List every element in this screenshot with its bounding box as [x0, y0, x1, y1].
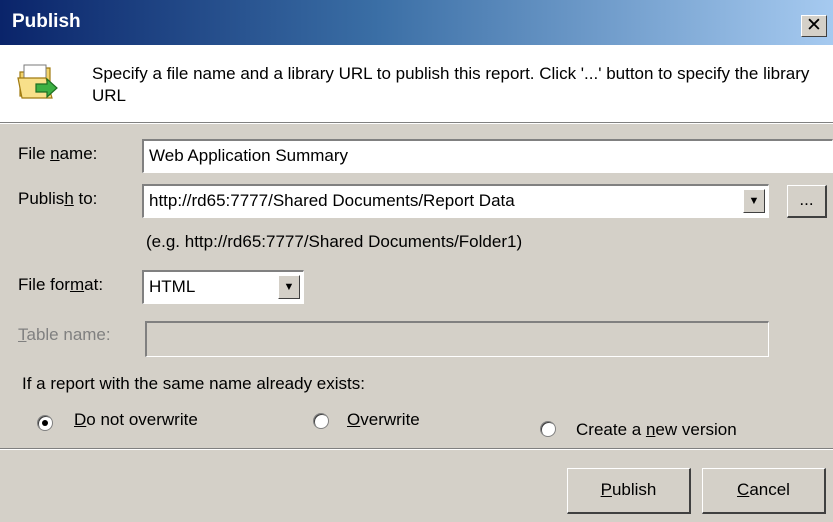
window-title: Publish	[12, 11, 81, 32]
chevron-down-icon: ▼	[283, 281, 295, 293]
radio-selected-dot	[42, 420, 48, 426]
publish-folder-arrow-icon	[17, 64, 58, 99]
file-format-select[interactable]: HTML ▼	[142, 270, 304, 304]
publish-to-label: Publish to:	[18, 189, 98, 208]
header-panel: Specify a file name and a library URL to…	[0, 45, 833, 122]
radio-create-new-version-label[interactable]: Create a new version	[576, 420, 737, 440]
browse-button[interactable]: ...	[787, 185, 827, 218]
radio-do-not-overwrite-label[interactable]: Do not overwrite	[74, 410, 198, 430]
radio-overwrite-label[interactable]: Overwrite	[347, 410, 420, 430]
publish-button[interactable]: Publish	[567, 468, 691, 514]
close-icon: ✕	[806, 15, 822, 36]
cancel-button[interactable]: Cancel	[702, 468, 826, 514]
file-name-input[interactable]: Web Application Summary	[142, 139, 833, 173]
publish-to-value: http://rd65:7777/Shared Documents/Report…	[149, 191, 515, 210]
radio-create-new-version[interactable]	[540, 421, 556, 437]
file-format-label: File format:	[18, 275, 104, 294]
table-name-input	[145, 321, 769, 357]
publish-to-example: (e.g. http://rd65:7777/Shared Documents/…	[146, 232, 523, 251]
publish-to-combobox[interactable]: http://rd65:7777/Shared Documents/Report…	[142, 184, 769, 218]
header-divider	[0, 122, 833, 124]
publish-to-dropdown-button[interactable]: ▼	[743, 189, 765, 213]
footer-divider	[0, 448, 833, 450]
close-button[interactable]: ✕	[801, 15, 827, 37]
header-instructions: Specify a file name and a library URL to…	[92, 64, 810, 105]
file-name-label: File name:	[18, 144, 98, 163]
radio-do-not-overwrite[interactable]	[37, 415, 53, 431]
chevron-down-icon: ▼	[748, 195, 760, 207]
radio-overwrite[interactable]	[313, 413, 329, 429]
file-format-dropdown-button[interactable]: ▼	[278, 275, 300, 299]
overwrite-question: If a report with the same name already e…	[22, 374, 365, 393]
table-name-label: Table name:	[18, 325, 111, 344]
title-bar: Publish ✕	[0, 0, 833, 45]
file-format-value: HTML	[149, 277, 196, 296]
